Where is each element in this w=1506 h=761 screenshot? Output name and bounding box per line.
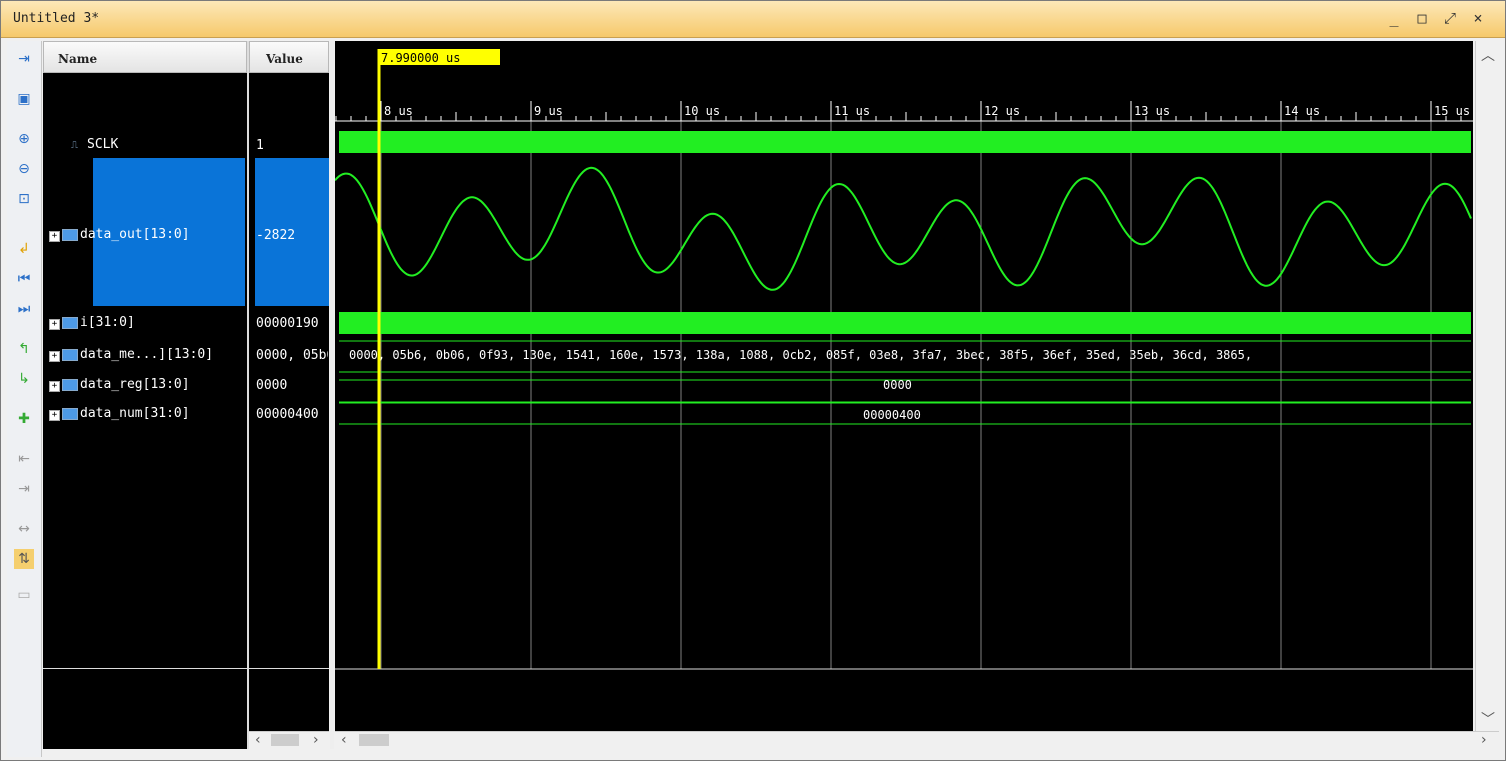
signal-value: 00000400 [256, 407, 319, 422]
data-out-analog-trace [335, 166, 1472, 291]
signal-value: 0000 [256, 378, 288, 393]
name-column-header[interactable]: Name [43, 41, 247, 73]
close-button[interactable]: × [1469, 9, 1487, 27]
expand-icon[interactable]: + [49, 231, 60, 242]
swap-cursors-icon[interactable]: ↔ [14, 519, 34, 539]
signal-row-data-reg[interactable]: + data_reg[13:0] [49, 377, 190, 392]
previous-marker-icon[interactable]: ⇤ [14, 449, 34, 469]
tick-label: 8 us [384, 104, 413, 118]
value-column-header[interactable]: Value [249, 41, 329, 73]
zoom-in-icon[interactable]: ⊕ [14, 129, 34, 149]
floating-ruler-icon[interactable]: ▭ [14, 585, 34, 605]
signal-name: data_me...][13:0] [80, 347, 214, 362]
next-transition-icon[interactable]: ↳ [14, 369, 34, 389]
sclk-trace [339, 131, 1471, 153]
analog-bus-icon [62, 228, 78, 241]
scroll-down-arrow[interactable]: ﹀ [1481, 709, 1495, 729]
signal-name: data_reg[13:0] [80, 377, 190, 392]
zoom-out-icon[interactable]: ⊖ [14, 159, 34, 179]
signal-name: data_out[13:0] [80, 227, 190, 242]
tick-label: 10 us [684, 104, 720, 118]
wave-horizontal-scrollbar[interactable]: ‹ › [335, 731, 1499, 750]
vertical-scrollbar[interactable]: ︿ ﹀ [1475, 41, 1500, 749]
signal-row-sclk[interactable]: ⎍ SCLK [71, 137, 118, 152]
save-icon[interactable]: ▣ [14, 89, 34, 109]
waveform-svg: 8 us 9 us 10 us 11 us 12 us 13 us 14 us 15 us 0… [335, 49, 1473, 670]
window-title: Untitled 3* [13, 11, 100, 26]
scroll-left-arrow[interactable]: ‹ [341, 732, 347, 748]
tick-label: 11 us [834, 104, 870, 118]
tick-label: 12 us [984, 104, 1020, 118]
signal-value: 0000, 05b6 [256, 348, 328, 363]
go-to-end-icon[interactable]: ⏭ [14, 299, 34, 319]
scroll-right-arrow[interactable]: › [1481, 732, 1487, 748]
scroll-up-arrow[interactable]: ︿ [1481, 45, 1495, 65]
signal-name: i[31:0] [80, 315, 135, 330]
expand-icon[interactable]: + [49, 410, 60, 421]
value-horizontal-scrollbar[interactable]: ‹ › [249, 731, 329, 750]
expand-icon[interactable]: + [49, 381, 60, 392]
tick-label: 9 us [534, 104, 563, 118]
signal-row-data-mem[interactable]: + data_me...][13:0] [49, 347, 213, 362]
float-button[interactable]: ⤢ [1441, 9, 1459, 27]
signal-value: 1 [256, 138, 264, 153]
signal-value: -2822 [256, 228, 296, 243]
scroll-right-arrow[interactable]: › [313, 732, 319, 748]
waveform-toolbar: ⇥ ▣ ⊕ ⊖ ⊡ ↲ ⏮ ⏭ ↰ ↳ ✚ ⇤ ⇥ ↔ ⇅ ▭ [7, 41, 42, 757]
column-divider[interactable] [247, 41, 249, 749]
window-controls: _ □ ⤢ × [1385, 9, 1487, 27]
signal-row-i[interactable]: + i[31:0] [49, 315, 135, 330]
bus-icon [62, 316, 78, 329]
zoom-fit-icon[interactable]: ⊡ [14, 189, 34, 209]
minimize-button[interactable]: _ [1385, 9, 1403, 27]
scroll-thumb[interactable] [359, 734, 389, 746]
tick-label: 15 us [1434, 104, 1470, 118]
bus-values-data-mem: 0000, 05b6, 0b06, 0f93, 130e, 1541, 160e… [349, 348, 1252, 362]
bus-icon [62, 378, 78, 391]
i-bus-trace [339, 312, 1471, 334]
go-to-time-icon[interactable]: ⇥ [14, 49, 34, 69]
snap-to-transition-icon[interactable]: ⇅ [14, 549, 34, 569]
bus-value-data-num: 00000400 [863, 408, 921, 422]
signal-row-data-num[interactable]: + data_num[31:0] [49, 406, 190, 421]
maximize-button[interactable]: □ [1413, 9, 1431, 27]
waveform-window: Untitled 3* _ □ ⤢ × ⇥ ▣ ⊕ ⊖ ⊡ ↲ ⏮ ⏭ ↰ ↳ … [0, 0, 1506, 761]
panel-splitter[interactable] [330, 41, 334, 749]
waveform-canvas[interactable]: 8 us 9 us 10 us 11 us 12 us 13 us 14 us 15 us 0… [335, 41, 1473, 731]
title-bar: Untitled 3* _ □ ⤢ × [1, 1, 1505, 38]
go-to-start-icon[interactable]: ⏮ [14, 269, 34, 289]
add-marker-icon[interactable]: ✚ [14, 409, 34, 429]
cursor-time-label: 7.990000 us [381, 51, 460, 65]
signal-name: data_num[31:0] [80, 406, 190, 421]
bus-value-data-reg: 0000 [883, 378, 912, 392]
previous-transition-icon[interactable]: ↰ [14, 339, 34, 359]
signal-row-data-out[interactable]: + data_out[13:0] [49, 227, 190, 242]
go-to-cursor-icon[interactable]: ↲ [14, 239, 34, 259]
tick-label: 13 us [1134, 104, 1170, 118]
time-ruler: 8 us 9 us 10 us 11 us 12 us 13 us 14 us 15 us [335, 101, 1473, 122]
expand-icon[interactable]: + [49, 319, 60, 330]
expand-icon[interactable]: + [49, 351, 60, 362]
bus-icon [62, 407, 78, 420]
signal-value: 00000190 [256, 316, 319, 331]
signal-name: SCLK [87, 137, 119, 152]
scroll-thumb[interactable] [271, 734, 299, 746]
clock-signal-icon: ⎍ [71, 140, 78, 151]
next-marker-icon[interactable]: ⇥ [14, 479, 34, 499]
scroll-left-arrow[interactable]: ‹ [255, 732, 261, 748]
tick-label: 14 us [1284, 104, 1320, 118]
bus-icon [62, 348, 78, 361]
panel-bottom-divider [43, 668, 329, 669]
